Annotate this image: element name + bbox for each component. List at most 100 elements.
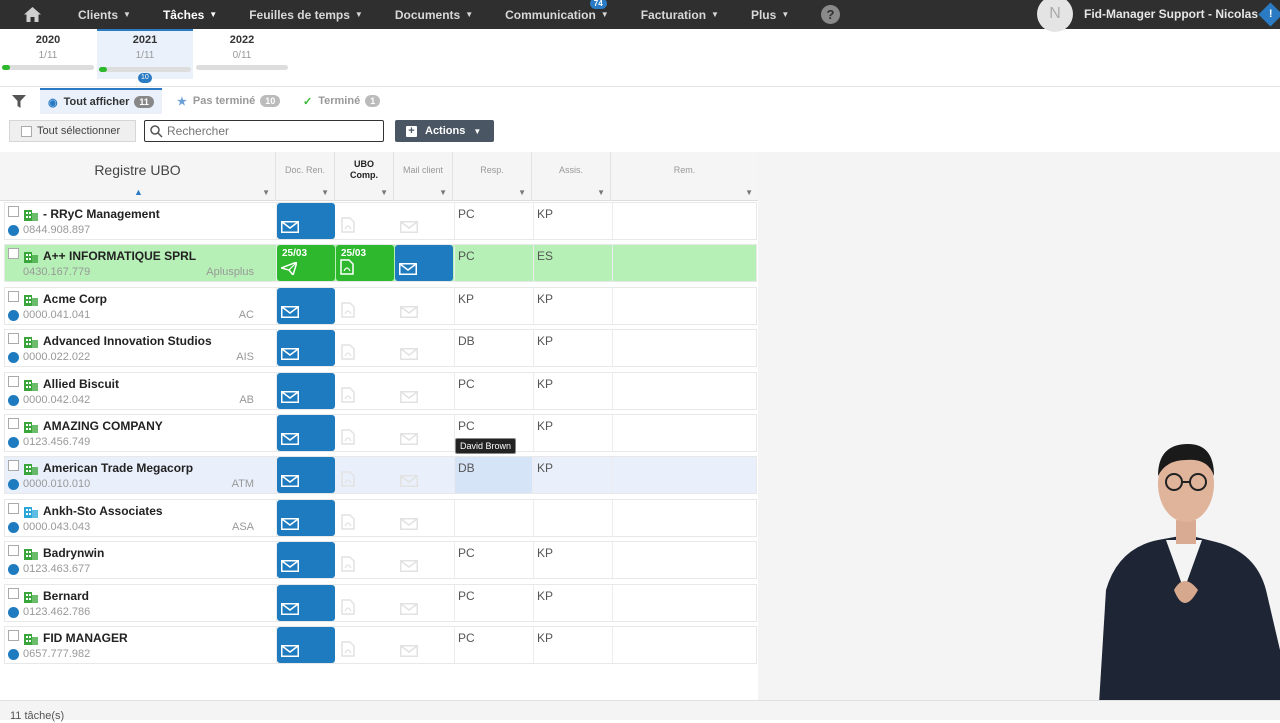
column-filter-icon[interactable]: ▼ [262,188,270,197]
nav-documents[interactable]: Documents ▼ [395,0,473,29]
row-checkbox[interactable] [8,375,19,387]
company-name[interactable]: Bernard [43,589,89,603]
row-checkbox[interactable] [8,630,19,641]
row-checkbox[interactable] [8,333,19,345]
company-name[interactable]: FID MANAGER [43,631,128,645]
alert-icon[interactable]: ! [1258,2,1280,27]
assistant[interactable]: KP [537,207,553,221]
col-registre[interactable]: Registre UBO ▲ ▼ [0,152,276,201]
row-checkbox[interactable] [8,587,19,599]
row-checkbox[interactable] [8,460,19,472]
doc-renewal-button[interactable] [277,330,335,367]
row-checkbox[interactable] [8,248,19,260]
mail-icon[interactable] [400,560,418,575]
tab-pas-termine[interactable]: ★ Pas terminé 10 [177,88,281,114]
responsible[interactable]: PC [458,207,475,221]
sort-asc-icon[interactable]: ▲ [134,187,143,197]
col-assis[interactable]: Assis. ▼ [532,152,611,201]
nav-feuilles-de-temps[interactable]: Feuilles de temps ▼ [249,0,363,29]
table-row[interactable]: Badrynwin 0123.463.677 PC KP [4,541,757,580]
column-filter-icon[interactable]: ▼ [380,188,388,197]
mail-icon[interactable] [400,348,418,363]
user-name[interactable]: Fid-Manager Support - Nicolas [1084,0,1258,29]
tab-tout-afficher[interactable]: ◉ Tout afficher 11 [40,88,162,114]
tab-termine[interactable]: ✓ Terminé 1 [303,88,381,114]
doc-renewal-button[interactable] [277,627,335,663]
column-filter-icon[interactable]: ▼ [597,188,605,197]
col-ubo-comp[interactable]: UBO Comp. ▼ [335,152,394,201]
assistant[interactable]: KP [537,461,553,475]
company-name[interactable]: A++ INFORMATIQUE SPRL [43,249,196,263]
table-row[interactable]: AMAZING COMPANY 0123.456.749 PC KP [4,414,757,452]
year-tab-2021[interactable]: 2021 1/11 [97,29,193,79]
nav-taches[interactable]: Tâches ▼ [163,0,217,29]
actions-button[interactable]: + Actions ▼ [395,120,494,142]
table-row[interactable]: Allied Biscuit 0000.042.042 AB PC KP [4,371,757,410]
doc-renewal-button[interactable] [277,499,335,536]
pdf-icon[interactable] [341,641,355,660]
company-name[interactable]: Badrynwin [43,546,104,560]
doc-renewal-button[interactable] [277,287,335,324]
col-doc-ren[interactable]: Doc. Ren. ▼ [276,152,335,201]
assistant[interactable]: KP [537,419,553,433]
nav-clients[interactable]: Clients ▼ [78,0,131,29]
assistant[interactable]: KP [537,334,553,348]
responsible[interactable]: PC [458,546,475,560]
pdf-icon[interactable] [341,514,355,533]
pdf-icon[interactable] [341,344,355,363]
year-tab-2020[interactable]: 2020 1/11 [0,29,96,79]
mail-icon[interactable] [400,305,418,321]
col-resp[interactable]: Resp. ▼ [453,152,532,201]
pdf-icon[interactable] [341,217,355,236]
column-filter-icon[interactable]: ▼ [745,188,753,197]
row-checkbox[interactable] [8,502,19,514]
company-name[interactable]: AMAZING COMPANY [43,419,163,433]
company-name[interactable]: Ankh-Sto Associates [43,504,163,518]
table-row[interactable]: Acme Corp 0000.041.041 AC KP KP [4,286,757,325]
mail-icon[interactable] [400,390,418,406]
mail-icon[interactable] [400,645,418,660]
table-row[interactable]: A++ INFORMATIQUE SPRL 0430.167.779 Apluspl… [4,244,757,283]
select-all-button[interactable]: Tout sélectionner [9,120,136,142]
assistant[interactable]: KP [537,377,553,391]
row-checkbox[interactable] [8,290,19,302]
responsible[interactable]: PC [458,589,475,603]
doc-renewal-button[interactable]: 25/03 [277,245,335,282]
mail-client-button[interactable] [395,245,453,282]
col-rem[interactable]: Rem. ▼ [611,152,758,201]
row-checkbox[interactable] [8,418,19,429]
assistant[interactable]: KP [537,292,553,306]
company-name[interactable]: Advanced Innovation Studios [43,334,212,348]
assistant[interactable]: ES [537,249,553,263]
row-checkbox[interactable] [8,545,19,557]
filter-icon[interactable] [12,95,26,108]
table-row[interactable]: Bernard 0123.462.786 PC KP [4,583,757,622]
responsible[interactable]: KP [458,292,474,306]
doc-renewal-button[interactable] [277,584,335,621]
home-button[interactable] [0,0,64,29]
responsible[interactable]: PC [458,419,475,433]
assistant[interactable]: KP [537,546,553,560]
search-input[interactable] [167,124,377,138]
nav-communication[interactable]: Communication ▼ 74 [505,0,609,29]
doc-renewal-button[interactable] [277,457,335,494]
table-row[interactable]: American Trade Megacorp 0000.010.010 ATM DB… [4,456,757,495]
company-name[interactable]: Acme Corp [43,292,107,306]
mail-icon[interactable] [400,433,418,448]
pdf-icon[interactable] [341,429,355,448]
column-filter-icon[interactable]: ▼ [439,188,447,197]
ubo-comp-button[interactable]: 25/03 [336,245,394,282]
table-row[interactable]: - RRyC Management 0844.908.897 PC KP [4,202,757,240]
year-tab-2022[interactable]: 2022 0/11 [194,29,290,79]
pdf-icon[interactable] [341,302,355,321]
doc-renewal-button[interactable] [277,415,335,451]
doc-renewal-button[interactable] [277,542,335,579]
pdf-icon[interactable] [341,556,355,575]
table-row[interactable]: FID MANAGER 0657.777.982 PC KP [4,626,757,664]
search-box[interactable] [144,120,384,142]
mail-icon[interactable] [400,517,418,533]
pdf-icon[interactable] [341,386,355,406]
nav-facturation[interactable]: Facturation ▼ [641,0,719,29]
assistant[interactable]: KP [537,589,553,603]
col-mail-client[interactable]: Mail client ▼ [394,152,453,201]
